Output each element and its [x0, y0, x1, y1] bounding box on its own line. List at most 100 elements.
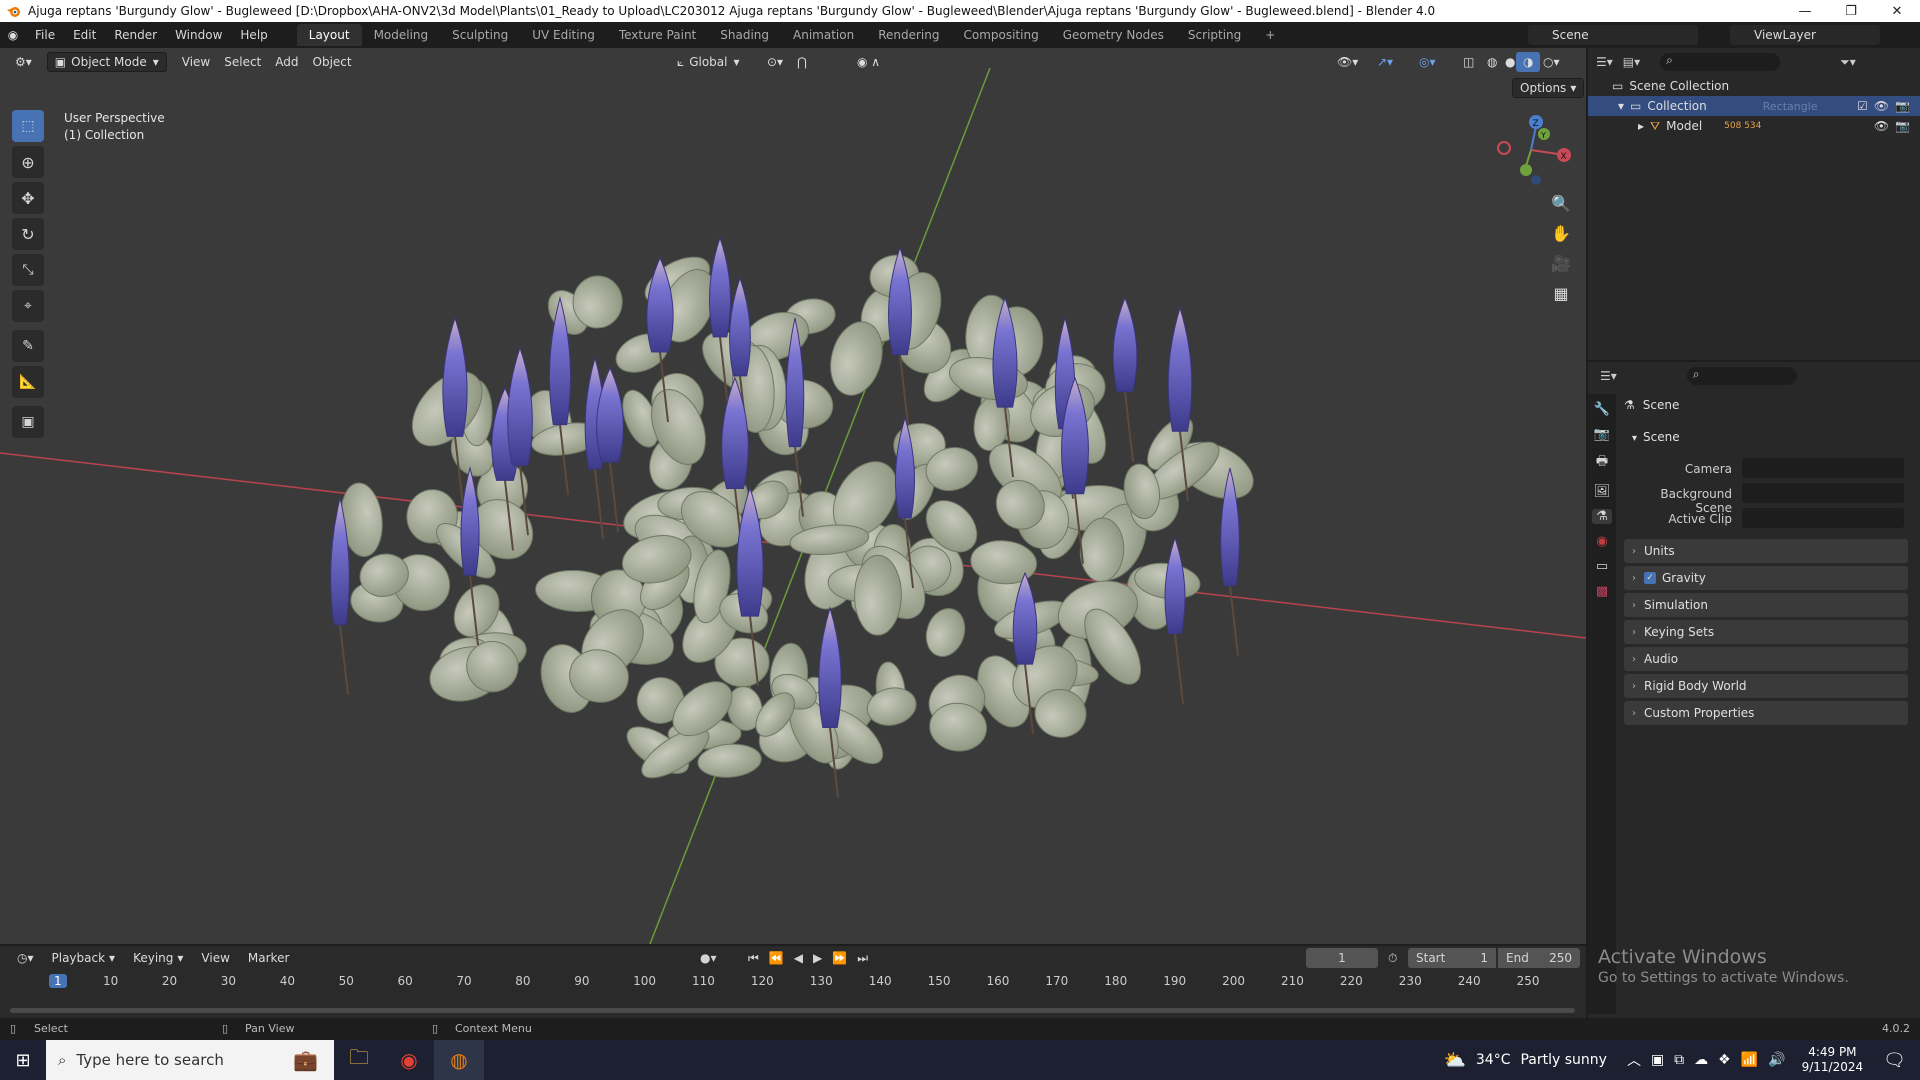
render-tab[interactable]: 📷 — [1594, 427, 1610, 442]
clock[interactable]: 4:49 PM 9/11/2024 — [1802, 1045, 1864, 1075]
jump-end-button[interactable]: ⏭ — [857, 951, 868, 966]
end-frame-field[interactable]: End 250 — [1498, 948, 1580, 968]
start-frame-field[interactable]: Start 1 — [1408, 948, 1496, 968]
minimize-button[interactable]: — — [1782, 0, 1828, 22]
scene-tab[interactable]: ⚗ — [1592, 509, 1612, 524]
meet-icon[interactable]: ▣ — [1651, 1052, 1664, 1068]
editor-type-button[interactable]: ⚙▾ — [8, 52, 39, 72]
eye-icon[interactable]: 👁 — [1874, 119, 1889, 133]
background-scene-field[interactable] — [1742, 483, 1904, 503]
camera-icon[interactable]: 📷 — [1895, 119, 1910, 133]
filter-button[interactable]: ⏷▾ — [1840, 55, 1856, 70]
annotate-tool[interactable]: ✎ — [12, 330, 44, 362]
tab-layout[interactable]: Layout — [296, 24, 362, 46]
restore-button[interactable]: ❐ — [1828, 0, 1874, 22]
timeline-editor-type[interactable]: ◷▾ — [10, 948, 41, 968]
next-keyframe-button[interactable]: ⏩ — [832, 951, 847, 966]
tab-geometry-nodes[interactable]: Geometry Nodes — [1051, 24, 1176, 46]
tab-uv-editing[interactable]: UV Editing — [520, 24, 607, 46]
play-button[interactable]: ▶ — [813, 951, 822, 966]
current-frame-field[interactable]: 1 — [1306, 948, 1378, 968]
scene-selector[interactable]: Scene — [1528, 25, 1698, 45]
properties-search-input[interactable]: ⌕ — [1686, 367, 1797, 385]
menu-file[interactable]: File — [26, 22, 64, 48]
menu-select[interactable]: Select — [217, 52, 268, 72]
menu-help[interactable]: Help — [231, 22, 276, 48]
panel-simulation[interactable]: › Simulation — [1624, 593, 1908, 617]
dropbox-icon[interactable]: ❖ — [1718, 1052, 1731, 1068]
checkbox-icon[interactable]: ☑ — [1857, 99, 1868, 113]
visibility-dropdown[interactable]: 👁▾ — [1330, 52, 1365, 72]
timeline-ruler[interactable]: 1 10 20 30 40 50 60 70 80 90 100 110 120 130 140 150 160… — [0, 970, 1586, 994]
cursor-tool[interactable]: ⊕ — [12, 146, 44, 178]
add-cube-tool[interactable]: ▣ — [12, 406, 44, 438]
view-layer-tab[interactable]: 🖼 — [1594, 484, 1611, 499]
prev-keyframe-button[interactable]: ⏪ — [769, 951, 784, 966]
overlay-toggle[interactable]: ◎▾ — [1412, 52, 1443, 72]
onedrive-icon[interactable]: ☁ — [1694, 1052, 1708, 1068]
panel-gravity[interactable]: › ✓ Gravity — [1624, 566, 1908, 590]
ortho-toggle-button[interactable]: ▦ — [1548, 280, 1574, 306]
rotate-tool[interactable]: ↻ — [12, 218, 44, 250]
select-box-tool[interactable]: ⬚ — [12, 110, 44, 142]
outliner-search-input[interactable]: ⌕ — [1660, 53, 1781, 71]
record-button[interactable]: ●▾ — [700, 951, 717, 965]
taskbar-search-input[interactable]: ⌕ Type here to search 💼 — [46, 1040, 334, 1080]
panel-rigid-body-world[interactable]: › Rigid Body World — [1624, 674, 1908, 698]
tab-sculpting[interactable]: Sculpting — [440, 24, 520, 46]
menu-edit[interactable]: Edit — [64, 22, 105, 48]
camera-icon[interactable]: 📷 — [1895, 99, 1910, 113]
panel-custom-properties[interactable]: › Custom Properties — [1624, 701, 1908, 725]
gizmo-toggle[interactable]: ↗▾ — [1370, 52, 1400, 72]
gravity-checkbox[interactable]: ✓ — [1644, 572, 1656, 584]
file-explorer-taskbar-icon[interactable]: 🗀 — [334, 1043, 384, 1077]
3d-viewport[interactable]: User Perspective (1) Collection ⬚ ⊕ ✥ ↻ … — [0, 48, 1586, 944]
pan-button[interactable]: ✋ — [1548, 220, 1574, 246]
panel-audio[interactable]: › Audio — [1624, 647, 1908, 671]
camera-view-button[interactable]: 🎥 — [1548, 250, 1574, 276]
chrome-taskbar-icon[interactable]: ◉ — [384, 1048, 434, 1072]
outliner-row-collection[interactable]: ▾ ▭ Collection Rectangle ☑ 👁 📷 — [1588, 96, 1920, 116]
jump-start-button[interactable]: ⏮ — [748, 951, 759, 966]
close-button[interactable]: ✕ — [1874, 0, 1920, 22]
outliner-row-model[interactable]: ▸ ⛛ Model 508 534 👁 📷 — [1588, 116, 1920, 136]
move-tool[interactable]: ✥ — [12, 182, 44, 214]
volume-icon[interactable]: 🔊 — [1768, 1052, 1785, 1068]
transform-tool[interactable]: ⌖ — [12, 290, 44, 322]
proportional-edit-toggle[interactable]: ◉ ∧ — [850, 52, 887, 72]
zoom-button[interactable]: 🔍 — [1548, 190, 1574, 216]
active-clip-field[interactable] — [1742, 508, 1904, 528]
tab-animation[interactable]: Animation — [781, 24, 866, 46]
camera-field[interactable] — [1742, 458, 1904, 478]
timeline-scrollbar[interactable] — [10, 1008, 1575, 1013]
texture-tab[interactable]: ▩ — [1596, 584, 1608, 599]
menu-view[interactable]: View — [175, 52, 217, 72]
weather-icon[interactable]: ⛅ — [1443, 1050, 1465, 1071]
play-reverse-button[interactable]: ◀ — [794, 951, 803, 966]
menu-render[interactable]: Render — [105, 22, 166, 48]
wifi-icon[interactable]: 📶 — [1741, 1052, 1758, 1068]
scene-section-header[interactable]: ▾ Scene — [1632, 430, 1680, 444]
tab-modeling[interactable]: Modeling — [362, 24, 441, 46]
tab-scripting[interactable]: Scripting — [1176, 24, 1253, 46]
tab-texture-paint[interactable]: Texture Paint — [607, 24, 708, 46]
tab-compositing[interactable]: Compositing — [951, 24, 1050, 46]
menu-playback[interactable]: Playback ▾ — [45, 948, 123, 968]
tray-chevron-icon[interactable]: ︿ — [1627, 1050, 1641, 1070]
options-dropdown[interactable]: Options ▾ — [1512, 78, 1585, 98]
menu-timeline-view[interactable]: View — [194, 948, 236, 968]
tool-tab[interactable]: 🔧 — [1594, 402, 1610, 417]
start-button[interactable]: ⊞ — [0, 1040, 46, 1080]
shading-rendered[interactable]: ○▾ — [1536, 52, 1567, 72]
collection-tab[interactable]: ▭ — [1596, 559, 1608, 574]
properties-editor-type[interactable]: ☰▾ — [1600, 369, 1617, 383]
menu-object[interactable]: Object — [306, 52, 359, 72]
tab-rendering[interactable]: Rendering — [866, 24, 951, 46]
menu-add[interactable]: Add — [268, 52, 305, 72]
scale-tool[interactable]: ⤡ — [12, 254, 44, 286]
navigation-gizmo[interactable]: X Z Y — [1486, 108, 1576, 188]
orientation-dropdown[interactable]: ⟀ Global ▾ — [670, 52, 747, 72]
menu-keying[interactable]: Keying ▾ — [126, 948, 190, 968]
output-tab[interactable]: 🖶 — [1596, 452, 1608, 474]
notifications-icon[interactable]: 🗨 — [1883, 1050, 1906, 1071]
